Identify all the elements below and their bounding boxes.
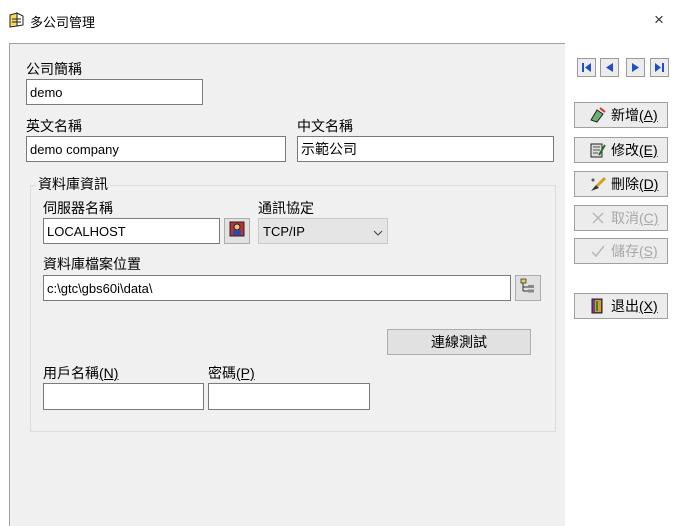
english-name-label: 英文名稱 xyxy=(26,118,82,134)
last-record-icon xyxy=(651,63,668,80)
chinese-name-label: 中文名稱 xyxy=(297,118,353,134)
last-record-button[interactable] xyxy=(650,58,669,77)
server-browse-button[interactable] xyxy=(224,218,250,244)
db-path-label: 資料庫檔案位置 xyxy=(43,256,141,272)
server-picker-icon xyxy=(228,220,246,243)
chevron-down-icon xyxy=(373,224,383,239)
app-icon xyxy=(8,11,26,29)
exit-hotkey: (X) xyxy=(639,298,658,314)
protocol-value: TCP/IP xyxy=(263,223,305,239)
english-name-input[interactable]: demo company xyxy=(26,136,286,162)
close-icon[interactable]: × xyxy=(654,10,664,30)
folder-tree-icon xyxy=(520,278,536,299)
server-input[interactable]: LOCALHOST xyxy=(43,218,220,244)
chinese-name-input[interactable]: 示範公司 xyxy=(297,136,554,162)
username-label-text: 用戶名稱 xyxy=(43,365,99,381)
protocol-label: 通訊協定 xyxy=(258,200,314,216)
password-input[interactable] xyxy=(208,383,370,410)
window-title: 多公司管理 xyxy=(30,15,96,30)
username-hotkey: (N) xyxy=(99,365,119,381)
db-path-input[interactable]: c:\gtc\gbs60i\data\ xyxy=(43,275,511,301)
password-label: 密碼(P) xyxy=(208,363,255,383)
add-button[interactable]: 新增 (A) xyxy=(574,102,668,128)
exit-label: 退出 xyxy=(611,298,639,314)
edit-button[interactable]: 修改 (E) xyxy=(574,137,668,163)
exit-door-icon xyxy=(589,297,607,315)
save-label: 儲存 xyxy=(611,243,639,259)
db-info-group-label: 資料庫資訊 xyxy=(36,174,110,194)
exit-button[interactable]: 退出 (X) xyxy=(574,293,668,319)
add-label: 新增 xyxy=(611,107,639,123)
title-bar: 多公司管理 × xyxy=(0,0,676,42)
connection-test-button[interactable]: 連線測試 xyxy=(387,329,531,355)
delete-button[interactable]: 刪除 (D) xyxy=(574,171,668,197)
company-short-input[interactable]: demo xyxy=(26,79,203,105)
password-label-text: 密碼 xyxy=(208,365,236,381)
add-hotkey: (A) xyxy=(639,107,658,123)
edit-hotkey: (E) xyxy=(639,142,658,158)
first-record-icon xyxy=(578,63,595,80)
first-record-button[interactable] xyxy=(577,58,596,77)
edit-record-icon xyxy=(589,141,607,159)
cancel-icon xyxy=(589,209,607,227)
username-input[interactable] xyxy=(43,383,204,410)
prev-record-icon xyxy=(601,63,618,80)
save-button[interactable]: 儲存 (S) xyxy=(574,238,668,264)
checkmark-icon xyxy=(589,242,607,260)
delete-hotkey: (D) xyxy=(639,176,659,192)
delete-record-icon xyxy=(589,175,607,193)
next-record-icon xyxy=(627,63,644,80)
cancel-label: 取消 xyxy=(611,210,639,226)
next-record-button[interactable] xyxy=(626,58,645,77)
prev-record-button[interactable] xyxy=(600,58,619,77)
protocol-select[interactable]: TCP/IP xyxy=(258,218,388,244)
edit-label: 修改 xyxy=(611,142,639,158)
company-short-label: 公司簡稱 xyxy=(26,61,82,77)
cancel-hotkey: (C) xyxy=(639,210,659,226)
server-label: 伺服器名稱 xyxy=(43,200,113,216)
add-record-icon xyxy=(589,106,607,124)
password-hotkey: (P) xyxy=(236,365,255,381)
username-label: 用戶名稱(N) xyxy=(43,363,118,383)
delete-label: 刪除 xyxy=(611,176,639,192)
db-path-browse-button[interactable] xyxy=(515,275,541,301)
save-hotkey: (S) xyxy=(639,243,658,259)
cancel-button[interactable]: 取消 (C) xyxy=(574,205,668,231)
